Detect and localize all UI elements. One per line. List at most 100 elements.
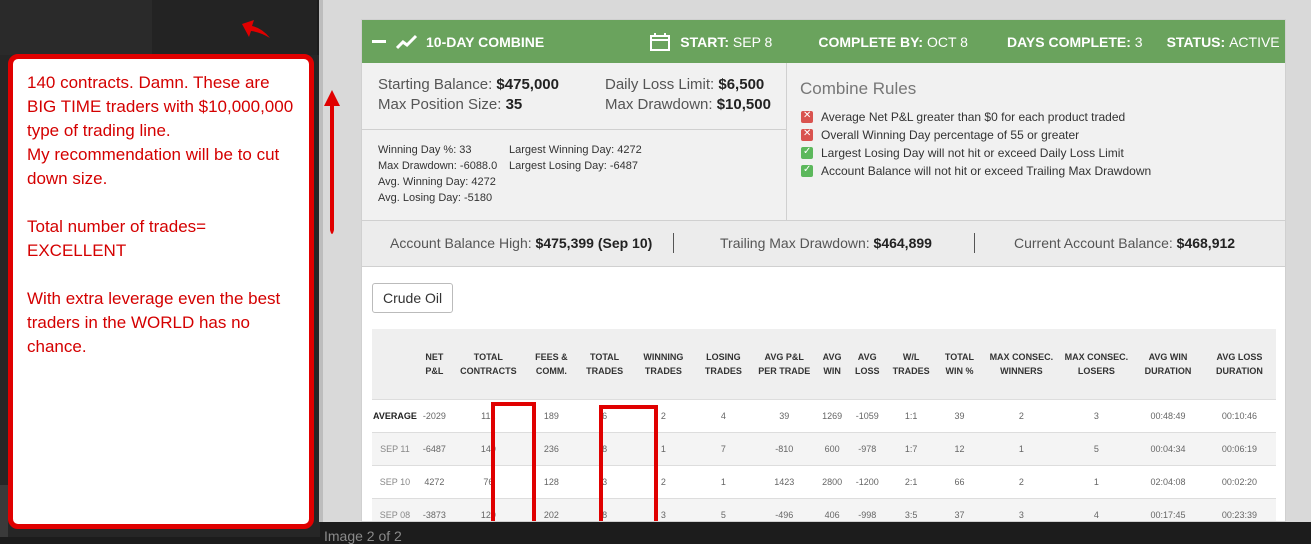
column-header: AVG WIN DURATION [1133, 329, 1203, 400]
divider [673, 233, 674, 253]
table-cell: 00:02:20 [1202, 465, 1276, 499]
note-paragraph-1: 140 contracts. Damn. These are BIG TIME … [27, 73, 294, 188]
up-arrow-annotation-icon [324, 90, 340, 234]
column-header: AVG WIN [816, 329, 849, 400]
max-drawdown-stat: Max Drawdown: -6088.0 [378, 160, 498, 172]
rule-item: Average Net P&L greater than $0 for each… [801, 110, 1125, 124]
table-cell: -496 [752, 498, 817, 521]
table-cell: -2029 [417, 399, 451, 433]
table-cell: 66 [935, 465, 983, 499]
annotation-note-box: 140 contracts. Damn. These are BIG TIME … [8, 54, 314, 529]
column-header: MAX CONSEC. WINNERS [982, 329, 1060, 400]
divider [974, 233, 975, 253]
table-cell: 37 [935, 498, 983, 521]
table-cell: 1 [982, 432, 1060, 466]
table-cell: 00:04:34 [1133, 432, 1203, 466]
avg-losing-day: Avg. Losing Day: -5180 [378, 192, 493, 204]
balance-section: Starting Balance: $475,000 Max Position … [362, 63, 787, 220]
tab-crude-oil[interactable]: Crude Oil [372, 283, 454, 313]
balance-summary: Account Balance High: $475,399 (Sep 10) … [362, 221, 1285, 267]
column-header [372, 329, 418, 400]
column-header: AVG LOSS [848, 329, 887, 400]
column-header: MAX CONSEC. LOSERS [1059, 329, 1134, 400]
top-toolbar-left [0, 0, 152, 55]
table-cell: 7 [694, 432, 753, 466]
combine-info: Starting Balance: $475,000 Max Position … [362, 63, 1285, 221]
avg-winning-day: Avg. Winning Day: 4272 [378, 176, 496, 188]
stats-block: Winning Day %: 33 Max Drawdown: -6088.0 … [362, 130, 786, 220]
frame-border [319, 0, 323, 522]
table-cell: 2 [982, 465, 1060, 499]
combine-title: 10-DAY COMBINE [426, 33, 545, 50]
column-header: W/L TRADES [886, 329, 936, 400]
table-cell: 1:1 [886, 399, 936, 433]
note-paragraph-3: With extra leverage even the best trader… [27, 289, 281, 356]
rule-item: Account Balance will not hit or exceed T… [801, 164, 1151, 178]
table-cell: 00:23:39 [1202, 498, 1276, 521]
product-section: Crude Oil NET P&L TOTAL CONTRACTS FEES & C… [362, 267, 1285, 521]
pass-check-icon [801, 164, 813, 177]
max-drawdown-limit: Max Drawdown: $10,500 [605, 96, 771, 113]
table-cell: 1423 [752, 465, 817, 499]
table-cell: 00:17:45 [1133, 498, 1203, 521]
table-cell: 3 [1059, 399, 1134, 433]
complete-by-date: COMPLETE BY: OCT 8 [818, 33, 968, 50]
combine-status: STATUS: ACTIVE [1166, 33, 1280, 50]
rules-title: Combine Rules [800, 79, 917, 98]
table-cell: 00:48:49 [1133, 399, 1203, 433]
rule-item: Largest Losing Day will not hit or excee… [801, 146, 1124, 160]
table-cell: 1 [1059, 465, 1134, 499]
table-cell: 2 [982, 399, 1060, 433]
column-header: NET P&L [417, 329, 451, 400]
daily-loss-limit: Daily Loss Limit: $6,500 [605, 76, 765, 93]
table-cell: SEP 08 [372, 498, 418, 521]
table-cell: -1200 [848, 465, 887, 499]
column-header: TOTAL WIN % [935, 329, 983, 400]
days-complete: DAYS COMPLETE: 3 [1006, 33, 1143, 50]
collapse-icon[interactable] [372, 40, 386, 43]
table-cell: SEP 11 [372, 432, 418, 466]
table-cell: 2:1 [886, 465, 936, 499]
column-header: AVG P&L PER TRADE [752, 329, 817, 400]
combine-header: 10-DAY COMBINE START: SEP 8 COMPLETE BY:… [362, 20, 1285, 63]
table-cell: 3:5 [886, 498, 936, 521]
table-cell: 02:04:08 [1133, 465, 1203, 499]
top-toolbar-mid [152, 0, 317, 55]
table-cell: 1 [694, 465, 753, 499]
fail-x-icon [801, 128, 813, 141]
table-cell: -978 [848, 432, 887, 466]
trailing-max-drawdown: Trailing Max Drawdown: $464,899 [720, 235, 932, 251]
starting-balance: Starting Balance: $475,000 [378, 76, 559, 93]
note-paragraph-2: Total number of trades= EXCELLENT [27, 217, 207, 260]
column-header: TOTAL CONTRACTS [450, 329, 526, 400]
table-cell: 5 [1059, 432, 1134, 466]
table-cell: 1:7 [886, 432, 936, 466]
table-cell: 39 [935, 399, 983, 433]
image-caption: Image 2 of 2 [324, 528, 402, 544]
column-header: FEES & COMM. [525, 329, 577, 400]
table-cell: 3 [982, 498, 1060, 521]
column-header: WINNING TRADES [632, 329, 695, 400]
table-cell: 39 [752, 399, 817, 433]
table-header-row: NET P&L TOTAL CONTRACTS FEES & COMM. TOTAL … [372, 329, 1276, 400]
rule-item: Overall Winning Day percentage of 55 or … [801, 128, 1079, 142]
table-cell: 5 [694, 498, 753, 521]
table-cell: -998 [848, 498, 887, 521]
table-cell: -3873 [417, 498, 451, 521]
table-cell: 00:06:19 [1202, 432, 1276, 466]
start-date: START: SEP 8 [680, 33, 773, 50]
highlight-total-contracts [491, 402, 536, 521]
table-cell: 12 [935, 432, 983, 466]
winning-day-pct: Winning Day %: 33 [378, 144, 472, 156]
pass-check-icon [801, 146, 813, 159]
table-cell: -810 [752, 432, 817, 466]
table-cell: -6487 [417, 432, 451, 466]
max-position-size: Max Position Size: 35 [378, 96, 523, 113]
table-cell: 600 [816, 432, 849, 466]
account-balance-high: Account Balance High: $475,399 (Sep 10) [390, 235, 653, 251]
combine-panel: 10-DAY COMBINE START: SEP 8 COMPLETE BY:… [361, 19, 1286, 522]
column-header: LOSING TRADES [694, 329, 753, 400]
current-account-balance: Current Account Balance: $468,912 [1014, 235, 1236, 251]
table-cell: 00:10:46 [1202, 399, 1276, 433]
table-cell: 4272 [417, 465, 451, 499]
